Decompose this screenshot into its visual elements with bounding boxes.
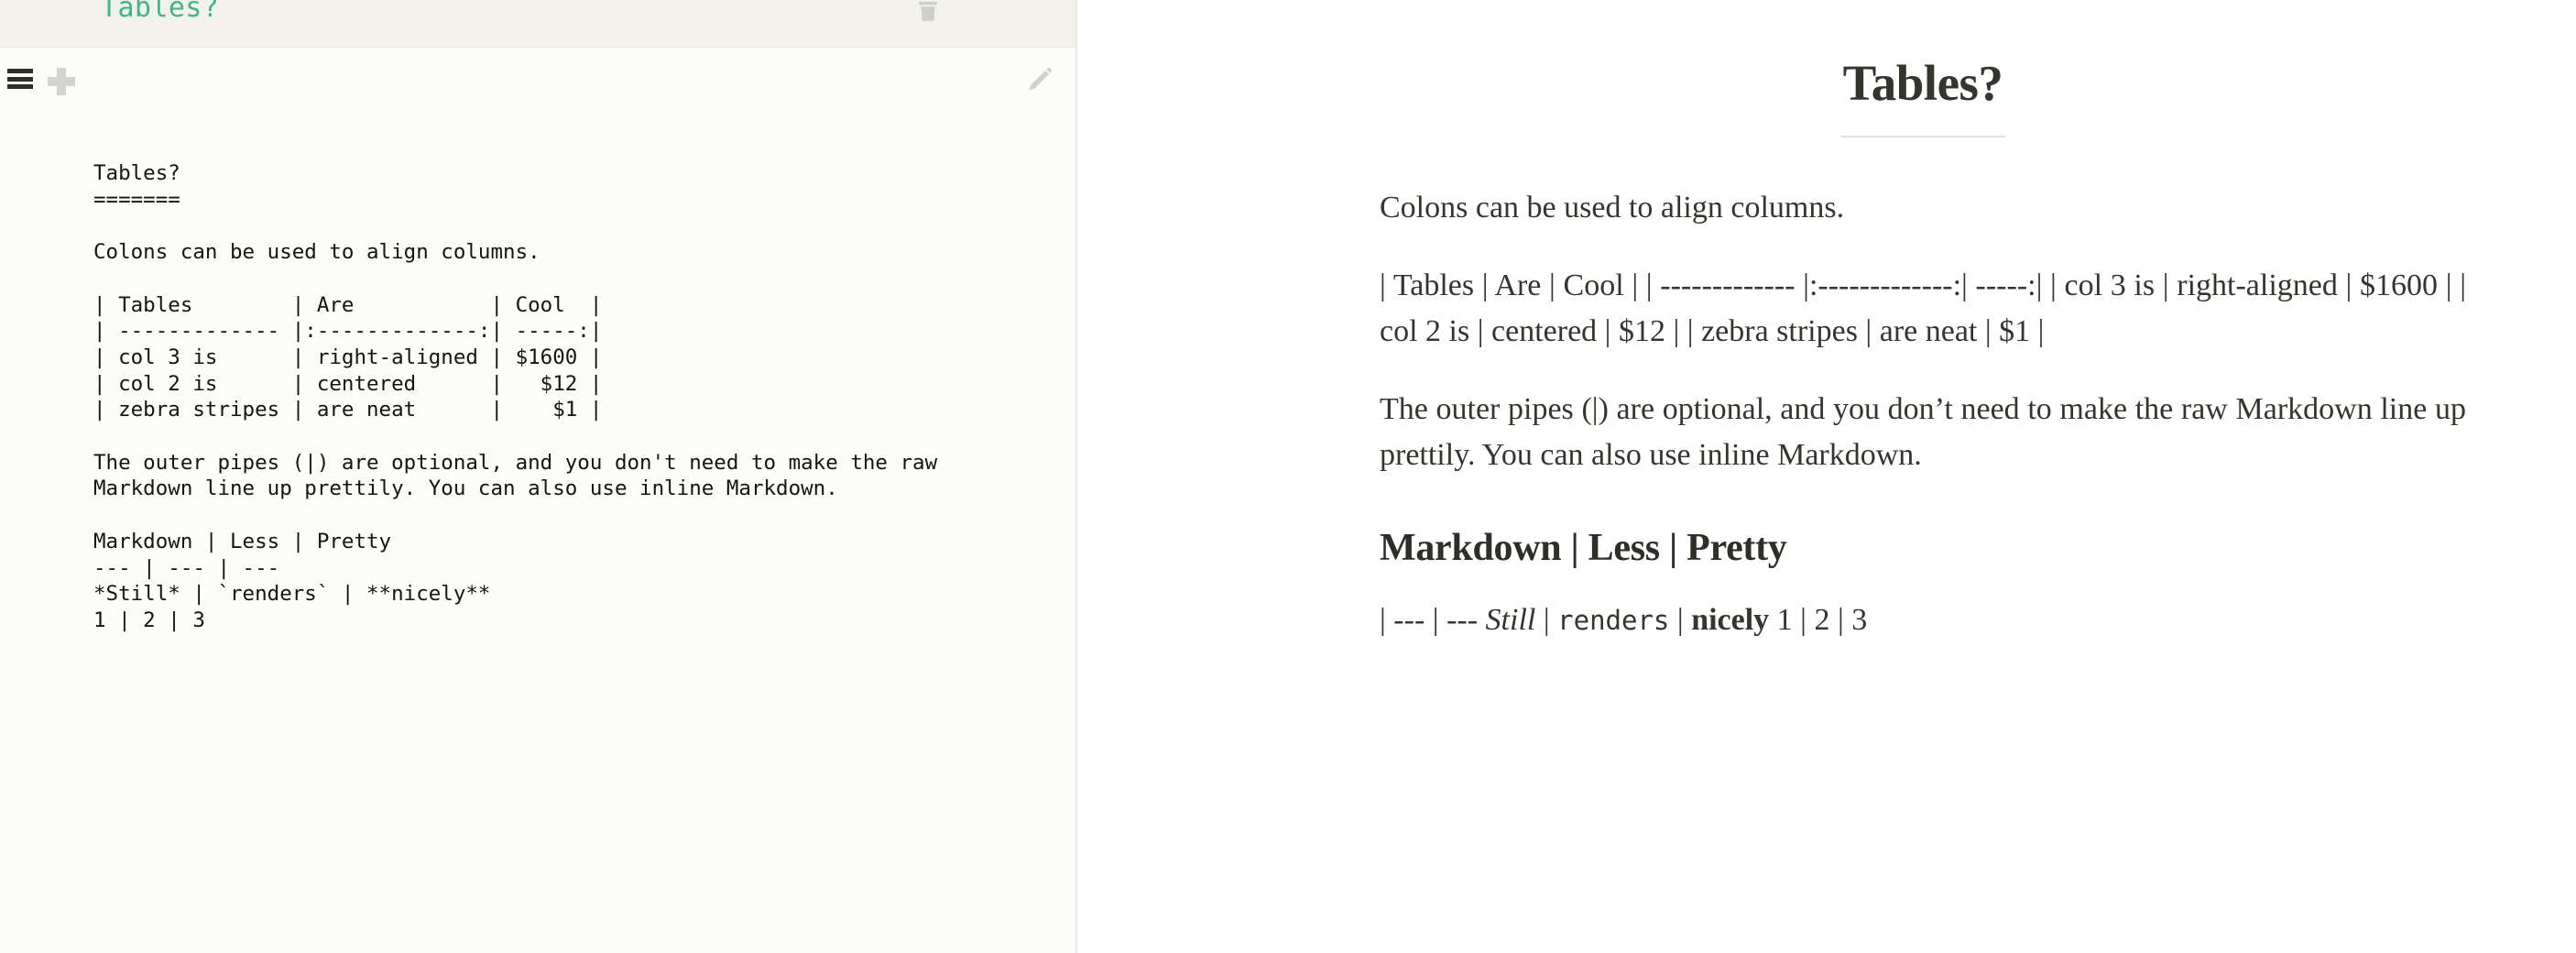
- plus-vertical-bar: [57, 68, 66, 95]
- editor-toolbar: [0, 48, 1075, 110]
- preview-final-line: | --- | --- Still | renders | nicely 1 |…: [1380, 597, 2466, 643]
- title-divider: [1840, 135, 2005, 137]
- markdown-preview-pane: Tables? Colons can be used to align colu…: [1077, 0, 2576, 953]
- markdown-source-editor[interactable]: Tables? ======= Colons can be used to al…: [0, 110, 1075, 953]
- final-line-separator: |: [1669, 602, 1692, 637]
- plus-icon[interactable]: [48, 68, 75, 95]
- hamburger-bar: [7, 76, 33, 82]
- preview-paragraph-table: | Tables | Are | Cool | | ------------- …: [1380, 268, 2466, 348]
- preview-subheading: Markdown | Less | Pretty: [1380, 526, 1787, 569]
- final-line-italic: Still: [1485, 602, 1536, 637]
- preview-paragraph-intro: Colons can be used to align columns.: [1380, 190, 1845, 225]
- preview-paragraph-pipes: The outer pipes (|) are optional, and yo…: [1380, 392, 2466, 473]
- preview-content: Tables? Colons can be used to align colu…: [1077, 0, 2576, 642]
- hamburger-bar: [7, 69, 33, 73]
- hamburger-bar: [7, 84, 33, 89]
- note-titlebar: Tables?: [0, 0, 1075, 48]
- preview-title: Tables?: [1842, 55, 2003, 111]
- editor-pane: Tables? Tables? ======= Colons can be us…: [0, 0, 1077, 953]
- pencil-icon[interactable]: [1024, 64, 1055, 95]
- trash-icon[interactable]: [912, 0, 944, 27]
- final-line-separator: |: [1535, 602, 1558, 637]
- final-line-suffix: 1 | 2 | 3: [1769, 602, 1868, 637]
- final-line-code: renders: [1557, 604, 1670, 636]
- final-line-prefix: | --- | ---: [1380, 602, 1486, 637]
- final-line-bold: nicely: [1691, 602, 1770, 637]
- hamburger-menu-icon[interactable]: [7, 69, 33, 89]
- note-title: Tables?: [101, 0, 220, 24]
